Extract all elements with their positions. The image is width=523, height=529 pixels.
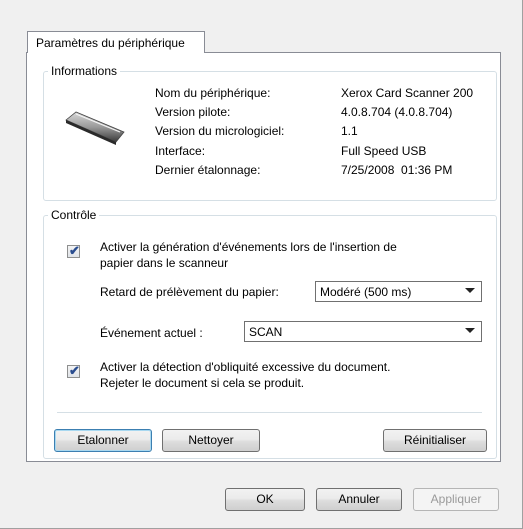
control-group-title: Contrôle <box>48 208 100 222</box>
chevron-down-icon <box>465 328 475 333</box>
tab-panel: Informations Nom du périphérique: Xerox … <box>26 52 501 462</box>
clean-button[interactable]: Nettoyer <box>162 429 260 452</box>
information-group: Informations Nom du périphérique: Xerox … <box>43 64 497 201</box>
interface-value: Full Speed USB <box>341 144 427 158</box>
last-calibration-value: 7/25/2008 01:36 PM <box>341 163 453 177</box>
device-name-value: Xerox Card Scanner 200 <box>341 86 474 100</box>
separator <box>57 412 482 413</box>
pickup-delay-label: Retard de prélèvement du papier: <box>100 285 279 299</box>
current-event-value: SCAN <box>249 325 283 339</box>
skew-detect-checkbox[interactable]: ✔ <box>67 363 80 378</box>
chevron-down-icon <box>465 288 475 293</box>
last-calibration-label: Dernier étalonnage: <box>155 163 261 177</box>
cancel-button[interactable]: Annuler <box>316 488 402 511</box>
checkmark-icon: ✔ <box>69 363 80 378</box>
ok-button[interactable]: OK <box>225 488 305 511</box>
driver-version-label: Version pilote: <box>155 105 231 119</box>
insert-event-label-line2: papier dans le scanneur <box>100 256 229 270</box>
calibrate-button[interactable]: Etalonner <box>54 429 152 452</box>
insert-event-checkbox[interactable]: ✔ <box>67 243 80 258</box>
driver-version-value: 4.0.8.704 (4.0.8.704) <box>341 105 453 119</box>
checkmark-icon: ✔ <box>69 243 80 258</box>
scanner-icon <box>65 111 125 145</box>
control-group: Contrôle ✔ Activer la génération d'événe… <box>43 208 497 459</box>
information-group-title: Informations <box>48 64 121 78</box>
skew-detect-label-line2: Rejeter le document si cela se produit. <box>100 376 305 390</box>
reset-button[interactable]: Réinitialiser <box>383 429 487 452</box>
apply-button[interactable]: Appliquer <box>413 488 499 511</box>
insert-event-label-line1: Activer la génération d'événements lors … <box>100 240 397 254</box>
interface-label: Interface: <box>155 144 206 158</box>
pickup-delay-select[interactable]: Modéré (500 ms) <box>315 281 482 302</box>
firmware-version-label: Version du micrologiciel: <box>155 124 285 138</box>
skew-detect-label-line1: Activer la détection d'obliquité excessi… <box>100 360 391 374</box>
device-settings-dialog: Paramètres du périphérique Informations … <box>0 0 523 529</box>
current-event-label: Événement actuel : <box>100 326 203 340</box>
tab-device-settings[interactable]: Paramètres du périphérique <box>27 31 205 53</box>
firmware-version-value: 1.1 <box>341 124 358 138</box>
pickup-delay-value: Modéré (500 ms) <box>320 285 412 299</box>
device-name-label: Nom du périphérique: <box>155 86 271 100</box>
current-event-select[interactable]: SCAN <box>244 321 482 342</box>
